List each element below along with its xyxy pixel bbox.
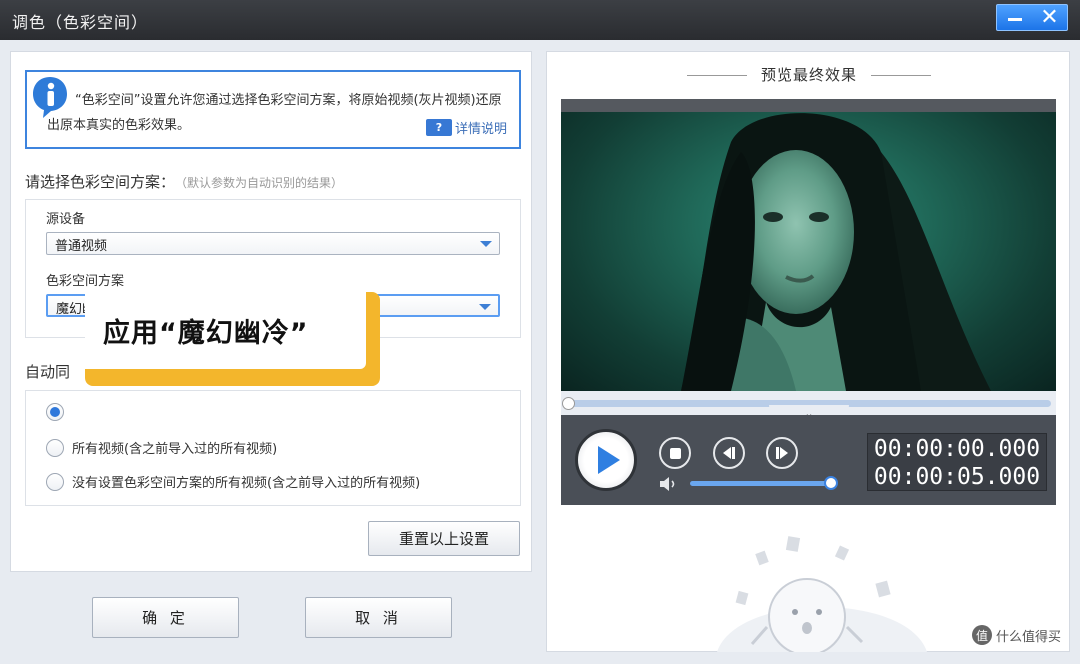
title-bar: 调色（色彩空间） ✕ (0, 0, 1080, 40)
next-frame-button[interactable] (766, 437, 798, 469)
annotation-callout: 应用“魔幻幽冷” (85, 292, 380, 386)
next-frame-icon (776, 447, 788, 459)
current-time: 00:00:00.000 (873, 436, 1041, 462)
apply-scope-label: 自动同 (25, 363, 71, 381)
player-controls: 00:00:00.000 00:00:05.000 (561, 415, 1056, 505)
watermark-logo: 值 (971, 625, 992, 645)
info-box: “色彩空间”设置允许您通过选择色彩空间方案，将原始视频(灰片视频)还原出原本真实… (25, 70, 521, 149)
cancel-button[interactable]: 取 消 (305, 597, 452, 638)
volume-slider[interactable] (690, 481, 830, 486)
ok-button[interactable]: 确 定 (92, 597, 239, 638)
close-button[interactable]: ✕ (1032, 5, 1067, 30)
radio-button[interactable] (46, 438, 64, 457)
total-time: 00:00:05.000 (873, 464, 1041, 490)
mascot-illustration (717, 536, 927, 652)
source-device-value: 普通视频 (55, 239, 108, 254)
play-icon (598, 446, 620, 474)
reset-button[interactable]: 重置以上设置 (368, 521, 520, 556)
source-device-select[interactable]: 普通视频 (46, 232, 500, 255)
help-icon: ? (425, 119, 452, 136)
color-scheme-label: 色彩空间方案 (46, 274, 125, 289)
scheme-label: 请选择色彩空间方案： (25, 173, 176, 191)
prev-frame-icon (723, 447, 735, 459)
watermark: 值 什么值得买 (971, 625, 1061, 645)
watermark-text: 什么值得买 (995, 629, 1061, 645)
minimize-button[interactable] (997, 5, 1032, 30)
scheme-section-label: 请选择色彩空间方案： （默认参数为自动识别的结果） (25, 171, 343, 192)
prev-frame-button[interactable] (713, 437, 745, 469)
radio-button[interactable] (46, 472, 64, 491)
video-preview (561, 112, 1056, 391)
scope-option-label: 所有视频(含之前导入过的所有视频) (72, 442, 278, 457)
window-controls: ✕ (996, 4, 1068, 31)
minimize-icon (1007, 18, 1022, 21)
scope-option-label: 没有设置色彩空间方案的所有视频(含之前导入过的所有视频) (72, 476, 421, 491)
close-icon: ✕ (1040, 4, 1059, 30)
chevron-down-icon (479, 304, 491, 310)
play-button[interactable] (575, 429, 637, 491)
scope-option-2[interactable]: 没有设置色彩空间方案的所有视频(含之前导入过的所有视频) (46, 472, 420, 491)
callout-text: 应用“魔幻幽冷” (85, 292, 366, 369)
stop-icon (669, 447, 681, 459)
stop-button[interactable] (659, 437, 691, 469)
detail-link-label: 详情说明 (454, 122, 507, 137)
detail-link[interactable]: ? 详情说明 (425, 118, 507, 137)
radio-button[interactable] (46, 403, 64, 421)
window-title: 调色（色彩空间） (12, 13, 149, 32)
timecode-display: 00:00:00.000 00:00:05.000 (867, 433, 1047, 491)
video-top-bar (561, 99, 1056, 112)
preview-panel: 预览最终效果 ⌄ 00:00:00.000 00:00:05.000 值 什么值… (546, 51, 1070, 652)
volume-icon[interactable] (658, 475, 680, 493)
chevron-down-icon (480, 241, 492, 247)
scope-option-1[interactable]: 所有视频(含之前导入过的所有视频) (46, 438, 277, 457)
scope-option-0[interactable] (46, 403, 72, 421)
volume-handle[interactable] (824, 476, 838, 490)
portrait-image (681, 113, 991, 391)
preview-title: 预览最终效果 (547, 64, 1071, 85)
video-player: ⌄ 00:00:00.000 00:00:05.000 (561, 99, 1056, 505)
source-device-label: 源设备 (46, 212, 86, 227)
seek-handle[interactable] (562, 397, 575, 410)
seek-bar[interactable]: ⌄ (561, 391, 1056, 422)
scheme-hint: （默认参数为自动识别的结果） (181, 176, 344, 190)
apply-scope-group: 所有视频(含之前导入过的所有视频) 没有设置色彩空间方案的所有视频(含之前导入过… (25, 390, 521, 506)
